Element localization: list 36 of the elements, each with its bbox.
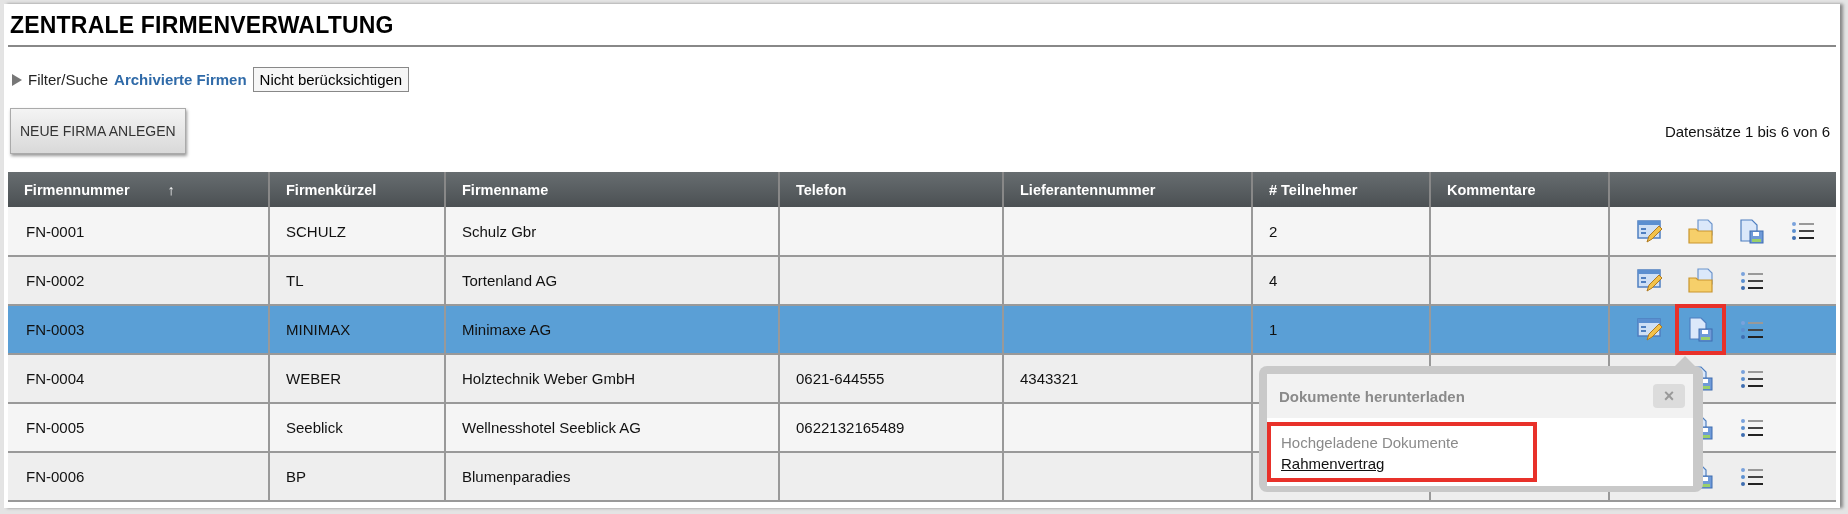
edit-icon <box>1636 268 1663 293</box>
table-row[interactable]: FN-0001 SCHULZ Schulz Gbr 2 <box>8 207 1836 256</box>
column-header[interactable]: Firmennummer ↑ <box>8 172 269 207</box>
table-row[interactable]: FN-0002 TL Tortenland AG 4 <box>8 256 1836 305</box>
column-header[interactable]: Firmenname <box>445 172 779 207</box>
column-header[interactable]: Lieferantennummer <box>1003 172 1252 207</box>
new-company-button[interactable]: NEUE FIRMA ANLEGEN <box>10 108 186 154</box>
folder-icon <box>1687 268 1714 293</box>
record-count: Datensätze 1 bis 6 von 6 <box>1664 122 1831 140</box>
table-cell: Blumenparadies <box>445 452 779 501</box>
column-header[interactable]: Telefon <box>779 172 1003 207</box>
sort-indicator: ↑ <box>167 181 175 198</box>
table-cell: BP <box>269 452 445 501</box>
filter-label: Filter/Suche <box>28 71 109 88</box>
document-disk-icon <box>1687 317 1714 342</box>
list-icon <box>1739 466 1764 487</box>
column-header[interactable]: Firmenkürzel <box>269 172 445 207</box>
page-title: ZENTRALE FIRMENVERWALTUNG <box>8 8 1836 47</box>
popup-title: Dokumente herunterladen <box>1279 387 1465 405</box>
column-header[interactable]: # Teilnehmer <box>1252 172 1430 207</box>
table-cell: FN-0006 <box>8 452 269 501</box>
edit-icon <box>1636 218 1663 244</box>
section-label: Hochgeladene Dokumente <box>1281 434 1460 451</box>
expand-icon[interactable] <box>12 73 22 86</box>
table-row[interactable]: FN-0003 MINIMAX Minimaxe AG 1 <box>8 305 1836 354</box>
list-icon <box>1739 270 1764 291</box>
column-header[interactable]: Kommentare <box>1430 172 1609 207</box>
edit-icon <box>1636 317 1663 342</box>
list-icon <box>1739 368 1764 389</box>
archived-label: Archivierte Firmen <box>114 71 247 88</box>
list-icon <box>1739 417 1764 438</box>
list-icon <box>1739 319 1764 340</box>
archived-option-button[interactable]: Nicht berücksichtigen <box>252 67 410 92</box>
folder-icon <box>1687 218 1714 244</box>
document-disk-icon <box>1738 218 1765 244</box>
list-icon <box>1790 221 1815 241</box>
